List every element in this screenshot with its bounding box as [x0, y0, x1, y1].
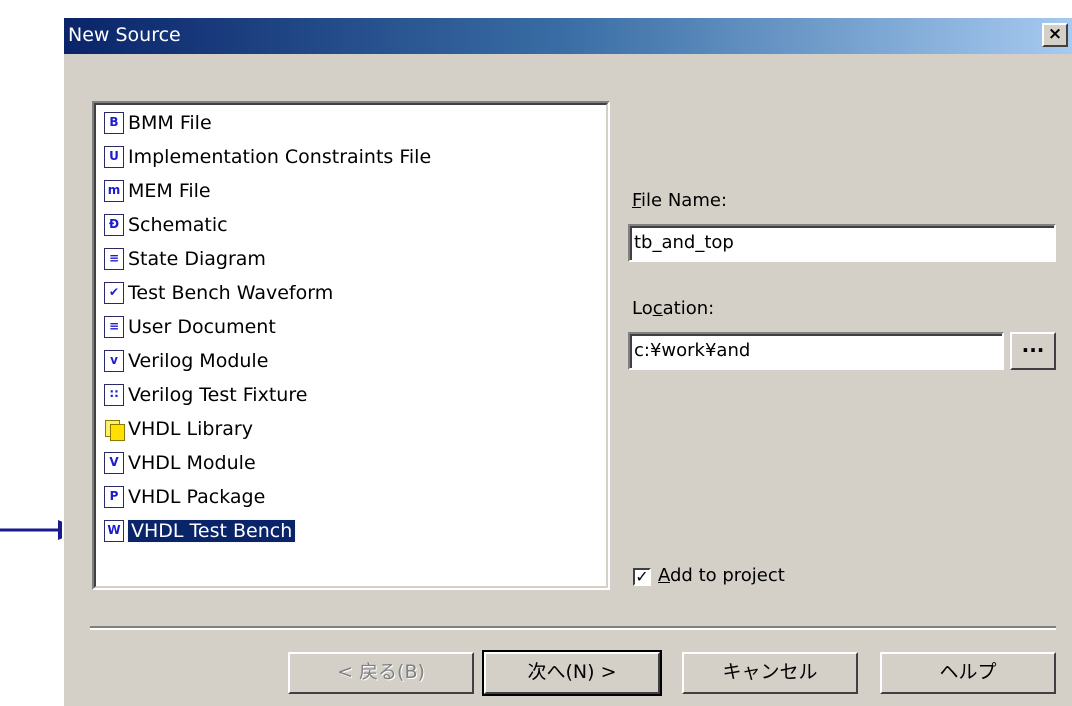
- browse-button[interactable]: ...: [1010, 332, 1056, 370]
- window-title: New Source: [68, 24, 181, 46]
- source-type-list-inner: B BMM File U Implementation Constraints Fil…: [94, 103, 608, 588]
- vhdl-package-icon: P: [104, 486, 124, 508]
- list-item-label: Implementation Constraints File: [128, 146, 432, 168]
- list-item-schematic[interactable]: Ð Schematic: [104, 211, 228, 239]
- list-item-label: Verilog Test Fixture: [128, 384, 308, 406]
- list-item-label: State Diagram: [128, 248, 266, 270]
- list-item-state-diagram[interactable]: ≡ State Diagram: [104, 245, 266, 273]
- vhdl-test-bench-icon: W: [104, 520, 124, 542]
- constraints-file-icon: U: [104, 146, 124, 168]
- source-type-list[interactable]: B BMM File U Implementation Constraints Fil…: [92, 101, 610, 590]
- vhdl-module-icon: V: [104, 452, 124, 474]
- footer-separator: [90, 626, 1056, 630]
- title-bar: New Source ×: [64, 18, 1072, 54]
- add-to-project-label[interactable]: Add to project: [658, 565, 785, 586]
- list-item-label: VHDL Test Bench: [126, 519, 297, 543]
- mem-file-icon: m: [104, 180, 124, 202]
- list-item-verilog-module[interactable]: v Verilog Module: [104, 347, 268, 375]
- verilog-test-fixture-icon: ∷: [104, 384, 124, 406]
- back-button[interactable]: < 戻る(B): [288, 652, 474, 694]
- list-item-mem-file[interactable]: m MEM File: [104, 177, 211, 205]
- file-name-label: File Name:: [632, 190, 728, 211]
- list-item-verilog-test-fixture[interactable]: ∷ Verilog Test Fixture: [104, 381, 307, 409]
- list-item-bmm-file[interactable]: B BMM File: [104, 109, 212, 137]
- location-value: c:¥work¥and: [630, 334, 1002, 368]
- file-name-field[interactable]: tb_and_top: [628, 224, 1056, 262]
- bmm-file-icon: B: [104, 112, 124, 134]
- file-name-value: tb_and_top: [630, 226, 1054, 260]
- list-item-label: Verilog Module: [128, 350, 269, 372]
- list-item-label: BMM File: [128, 112, 212, 134]
- list-item-label: VHDL Module: [128, 452, 256, 474]
- list-item-label: MEM File: [128, 180, 211, 202]
- checkmark-icon: ✓: [635, 567, 649, 586]
- state-diagram-icon: ≡: [104, 248, 124, 270]
- cancel-button[interactable]: キャンセル: [682, 652, 858, 694]
- list-item-label: Schematic: [128, 214, 228, 236]
- list-item-implementation-constraints-file[interactable]: U Implementation Constraints File: [104, 143, 431, 171]
- close-button[interactable]: ×: [1042, 23, 1068, 47]
- new-source-dialog: New Source × B BMM File U Implementation Co…: [62, 16, 1072, 706]
- next-button[interactable]: 次へ(N) >: [482, 650, 662, 696]
- list-item-vhdl-module[interactable]: V VHDL Module: [104, 449, 256, 477]
- vhdl-library-icon: [104, 418, 125, 441]
- list-item-label: User Document: [128, 316, 276, 338]
- list-item-label: VHDL Package: [128, 486, 266, 508]
- location-label: Location:: [632, 298, 715, 319]
- list-item-user-document[interactable]: ≡ User Document: [104, 313, 276, 341]
- list-item-label: VHDL Library: [128, 418, 253, 440]
- verilog-module-icon: v: [104, 350, 124, 372]
- schematic-icon: Ð: [104, 214, 124, 236]
- list-item-test-bench-waveform[interactable]: ✔ Test Bench Waveform: [104, 279, 333, 307]
- list-item-vhdl-test-bench[interactable]: W VHDL Test Bench: [104, 517, 297, 545]
- add-to-project-checkbox[interactable]: ✓: [633, 568, 651, 586]
- list-item-vhdl-library[interactable]: VHDL Library: [104, 415, 253, 443]
- location-field[interactable]: c:¥work¥and: [628, 332, 1004, 370]
- list-item-vhdl-package[interactable]: P VHDL Package: [104, 483, 265, 511]
- help-button[interactable]: ヘルプ: [880, 652, 1056, 694]
- list-item-label: Test Bench Waveform: [128, 282, 334, 304]
- test-bench-waveform-icon: ✔: [104, 282, 124, 304]
- user-document-icon: ≡: [104, 316, 124, 338]
